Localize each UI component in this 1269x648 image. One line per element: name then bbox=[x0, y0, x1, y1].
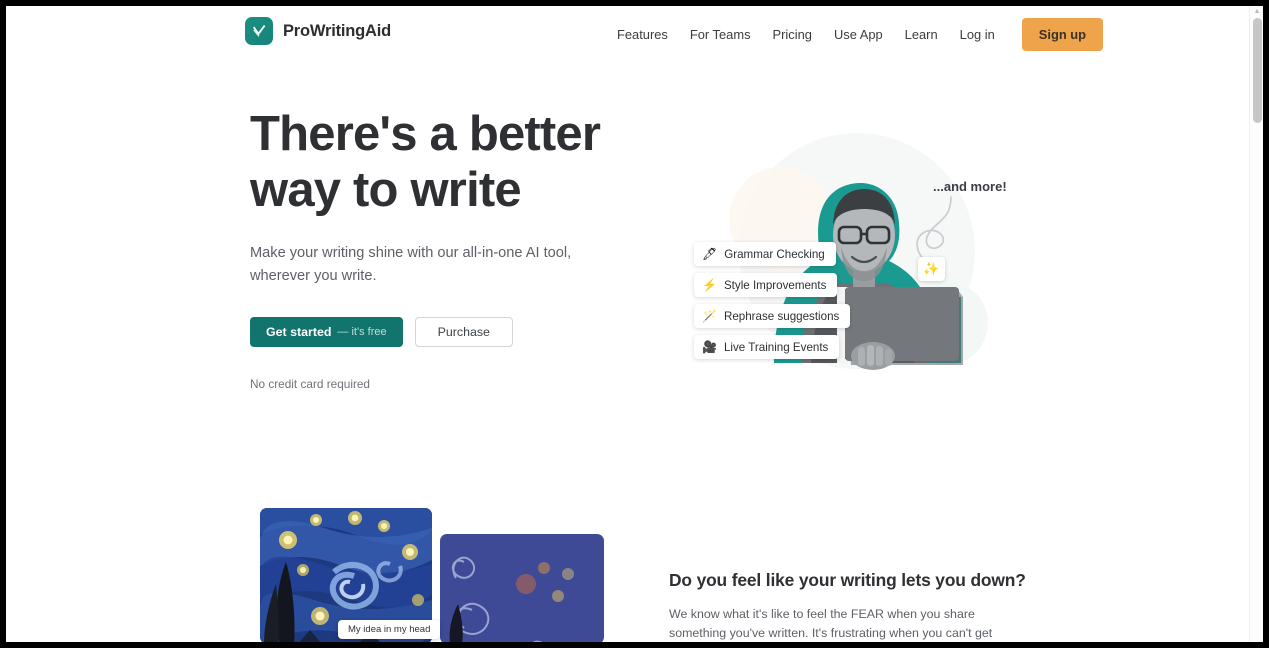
prowritingaid-logo-icon bbox=[245, 17, 273, 45]
hero-section: There's a better way to write Make your … bbox=[250, 106, 610, 391]
page-viewport: ProWritingAid Features For Teams Pricing… bbox=[6, 6, 1263, 642]
brand-name: ProWritingAid bbox=[283, 21, 392, 40]
feature-pill-live-training-events: 🎥 Live Training Events bbox=[694, 335, 840, 359]
scrollbar-thumb[interactable] bbox=[1253, 18, 1262, 123]
feature-pill-label: Rephrase suggestions bbox=[723, 309, 840, 323]
get-started-note: — it's free bbox=[337, 326, 387, 338]
lower-section-body: We know what it's like to feel the FEAR … bbox=[669, 607, 993, 640]
no-credit-card-note: No credit card required bbox=[250, 377, 370, 391]
idea-in-my-head-label: My idea in my head bbox=[338, 620, 441, 639]
lower-text-section: Do you feel like your writing lets you d… bbox=[669, 570, 1026, 642]
feature-pill-label: Grammar Checking bbox=[724, 247, 825, 261]
feature-pill-grammar-checking: 🖋 Grammar Checking bbox=[694, 242, 836, 266]
get-started-button[interactable]: Get started — it's free bbox=[250, 317, 403, 347]
get-started-label: Get started bbox=[266, 325, 332, 339]
feature-pill-label: Style Improvements bbox=[723, 278, 827, 292]
lower-section-title: Do you feel like your writing lets you d… bbox=[669, 570, 1026, 590]
feature-pill-style-improvements: ⚡ Style Improvements bbox=[694, 273, 838, 297]
page-content: ProWritingAid Features For Teams Pricing… bbox=[6, 6, 1249, 642]
sparkles-icon: ✨ bbox=[918, 257, 945, 281]
main-nav: Features For Teams Pricing Use App Learn… bbox=[606, 6, 1104, 62]
brand-logo[interactable]: ProWritingAid bbox=[245, 17, 391, 45]
browser-window: ProWritingAid Features For Teams Pricing… bbox=[0, 0, 1269, 648]
hero-subtitle: Make your writing shine with our all-in-… bbox=[250, 245, 572, 284]
scroll-up-arrow-icon[interactable]: ▲ bbox=[1253, 8, 1261, 16]
hero-actions: Get started — it's free Purchase bbox=[250, 317, 610, 347]
hero-illustration: ...and more! 🖋 Grammar Checking ⚡ Style … bbox=[661, 101, 1021, 401]
lightning-bolt-icon: ⚡ bbox=[702, 278, 717, 292]
video-camera-icon: 🎥 bbox=[702, 340, 717, 354]
page-scrollbar[interactable]: ▲ bbox=[1249, 6, 1263, 642]
quill-pen-icon: 🖋 bbox=[702, 247, 718, 261]
magic-wand-icon: 🪄 bbox=[702, 309, 717, 323]
feature-pill-label: Live Training Events bbox=[723, 340, 829, 354]
nav-link-log-in[interactable]: Log in bbox=[949, 21, 1006, 48]
nav-link-features[interactable]: Features bbox=[606, 21, 679, 48]
nav-link-learn[interactable]: Learn bbox=[894, 21, 949, 48]
site-header: ProWritingAid Features For Teams Pricing… bbox=[6, 6, 1249, 62]
writing-comparison-illustration: My idea in my head bbox=[258, 504, 604, 642]
sign-up-button[interactable]: Sign up bbox=[1021, 17, 1104, 51]
feature-pill-rephrase-suggestions: 🪄 Rephrase suggestions bbox=[694, 304, 851, 328]
nav-link-for-teams[interactable]: For Teams bbox=[679, 21, 762, 48]
purchase-button[interactable]: Purchase bbox=[414, 317, 513, 347]
nav-link-use-app[interactable]: Use App bbox=[823, 21, 894, 48]
nav-link-pricing[interactable]: Pricing bbox=[762, 21, 823, 48]
plain-drawing-panel bbox=[440, 534, 604, 642]
and-more-callout: ...and more! bbox=[933, 179, 1007, 194]
hero-title: There's a better way to write bbox=[250, 107, 601, 217]
